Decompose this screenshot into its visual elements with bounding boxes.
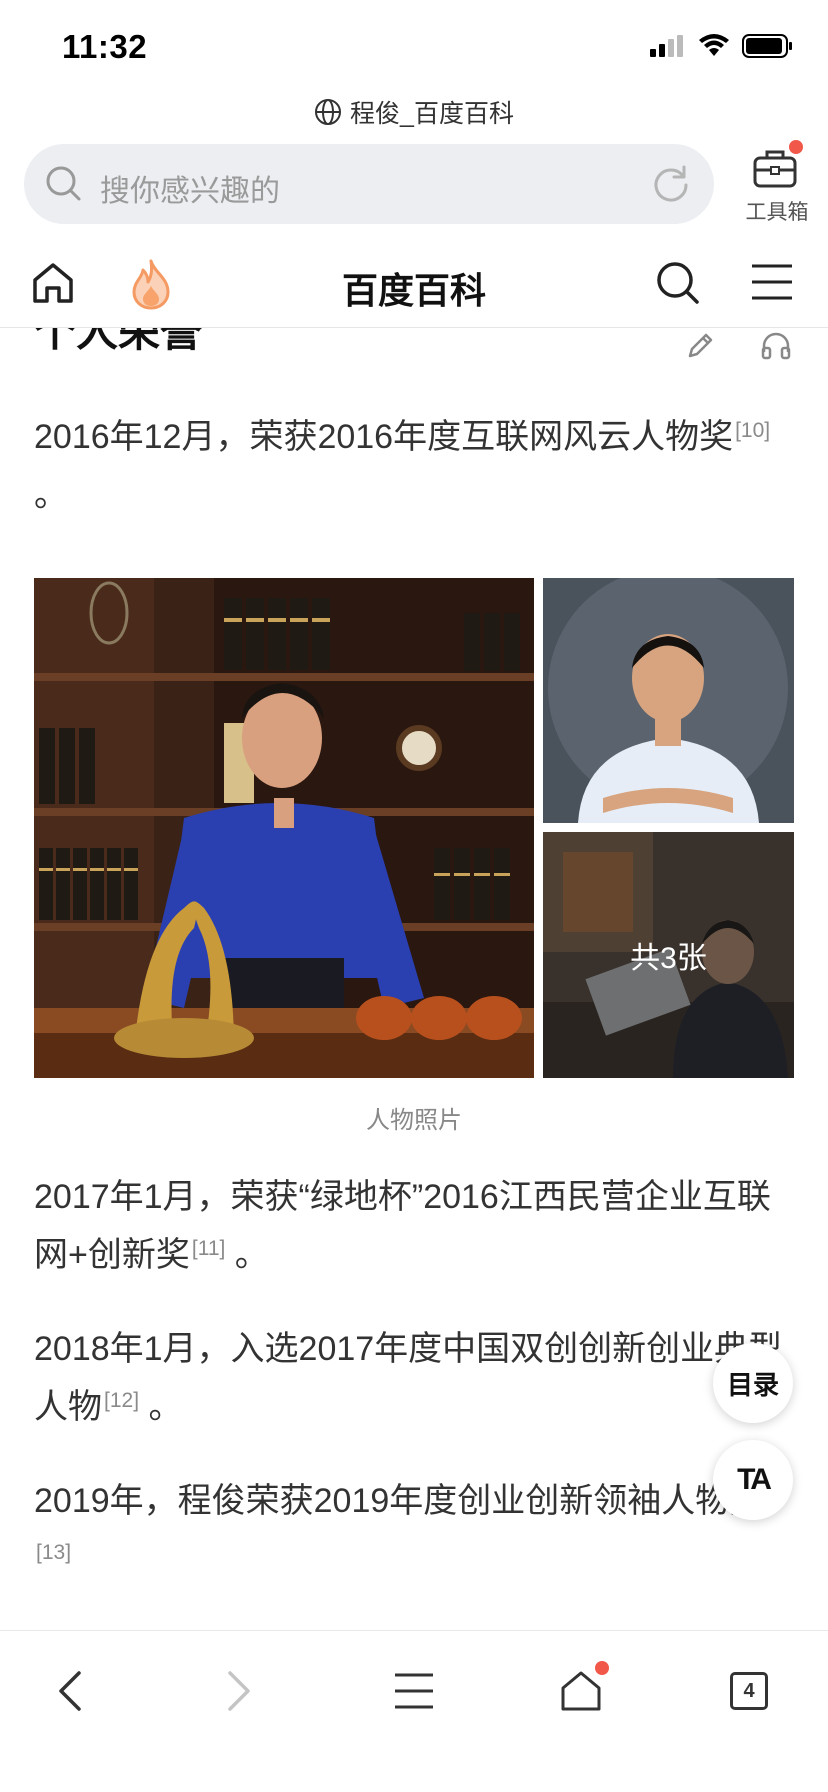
signal-icon — [650, 35, 683, 57]
photo-caption: 人物照片 — [366, 1107, 462, 1134]
page-url-title: 程俊_百度百科 — [350, 100, 514, 128]
paragraph-text: 2019年，程俊荣获2019年度创业创新领袖人物奖 — [34, 1482, 764, 1520]
url-bar[interactable]: 程俊_百度百科 — [0, 92, 828, 132]
citation-link[interactable]: [12] — [104, 1389, 139, 1412]
photo-count-overlay: 共3张 — [543, 832, 794, 1078]
person-photo-portrait — [543, 578, 794, 823]
paragraph-tail: 。 — [34, 476, 68, 514]
menu-icon[interactable] — [750, 262, 794, 302]
status-time: 11:32 — [62, 28, 148, 65]
photo-gallery[interactable]: 共3张 — [34, 578, 794, 1078]
notification-dot — [595, 1661, 609, 1675]
forward-button[interactable] — [209, 1661, 269, 1721]
paragraph-3: 2018年1月，入选2017年度中国双创创新创业典型人物[12] 。 — [34, 1320, 794, 1436]
person-photo-office — [34, 578, 534, 1078]
photo-count: 共3张 — [630, 942, 707, 975]
photo-main[interactable] — [34, 578, 534, 1078]
photo-more[interactable]: 共3张 — [543, 832, 794, 1078]
search-row: 搜你感兴趣的 工具箱 — [0, 140, 828, 240]
chevron-left-icon — [59, 1671, 81, 1711]
nav-title: 百度百科 — [341, 270, 486, 311]
edit-icon[interactable] — [686, 330, 716, 360]
paragraph-tail: 。 — [225, 1236, 269, 1274]
toc-label: 目录 — [726, 1369, 779, 1400]
search-icon — [46, 166, 81, 201]
notification-dot — [789, 140, 803, 154]
toc-button[interactable]: 目录 — [713, 1343, 793, 1423]
globe-icon — [315, 99, 342, 125]
battery-icon — [742, 34, 792, 58]
paragraph-tail: 。 — [139, 1388, 183, 1426]
browser-bottom-bar: 4 — [0, 1630, 828, 1792]
paragraph-4: 2019年，程俊荣获2019年度创业创新领袖人物奖 [13] — [34, 1472, 794, 1588]
menu-button[interactable] — [384, 1661, 444, 1721]
citation-link[interactable]: [11] — [192, 1237, 225, 1260]
citation-link[interactable]: [13] — [36, 1541, 71, 1564]
citation-link[interactable]: [10] — [735, 419, 770, 442]
photo-portrait[interactable] — [543, 578, 794, 823]
toolbox-button[interactable]: 工具箱 — [735, 140, 815, 236]
back-button[interactable] — [40, 1661, 100, 1721]
status-bar: 11:32 — [0, 0, 828, 96]
tab-count: 4 — [730, 1672, 768, 1710]
headphones-icon[interactable] — [760, 330, 792, 360]
search-placeholder: 搜你感兴趣的 — [100, 175, 280, 208]
refresh-icon[interactable] — [650, 162, 692, 204]
status-icons — [650, 34, 794, 58]
tabs-button[interactable]: 4 — [719, 1661, 779, 1721]
chevron-right-icon — [228, 1671, 250, 1711]
paragraph-text: 2016年12月，荣获2016年度互联网风云人物奖 — [34, 418, 734, 456]
search-icon[interactable] — [655, 260, 701, 306]
baike-nav-bar: 百度百科 — [0, 248, 828, 328]
ta-button[interactable]: TA — [713, 1440, 793, 1520]
search-input[interactable]: 搜你感兴趣的 — [24, 144, 714, 224]
home-button[interactable] — [551, 1661, 611, 1721]
paragraph-text: 2017年1月，荣获“绿地杯”2016江西民营企业互联网+创新奖 — [34, 1178, 771, 1274]
wifi-icon — [699, 34, 729, 56]
paragraph-2: 2017年1月，荣获“绿地杯”2016江西民营企业互联网+创新奖[11] 。 — [34, 1168, 794, 1284]
home-icon — [561, 1671, 601, 1711]
menu-icon — [395, 1673, 433, 1709]
paragraph-1: 2016年12月，荣获2016年度互联网风云人物奖[10] 。 — [34, 408, 794, 524]
ta-label: TA — [737, 1463, 772, 1496]
toolbox-label: 工具箱 — [745, 201, 809, 224]
